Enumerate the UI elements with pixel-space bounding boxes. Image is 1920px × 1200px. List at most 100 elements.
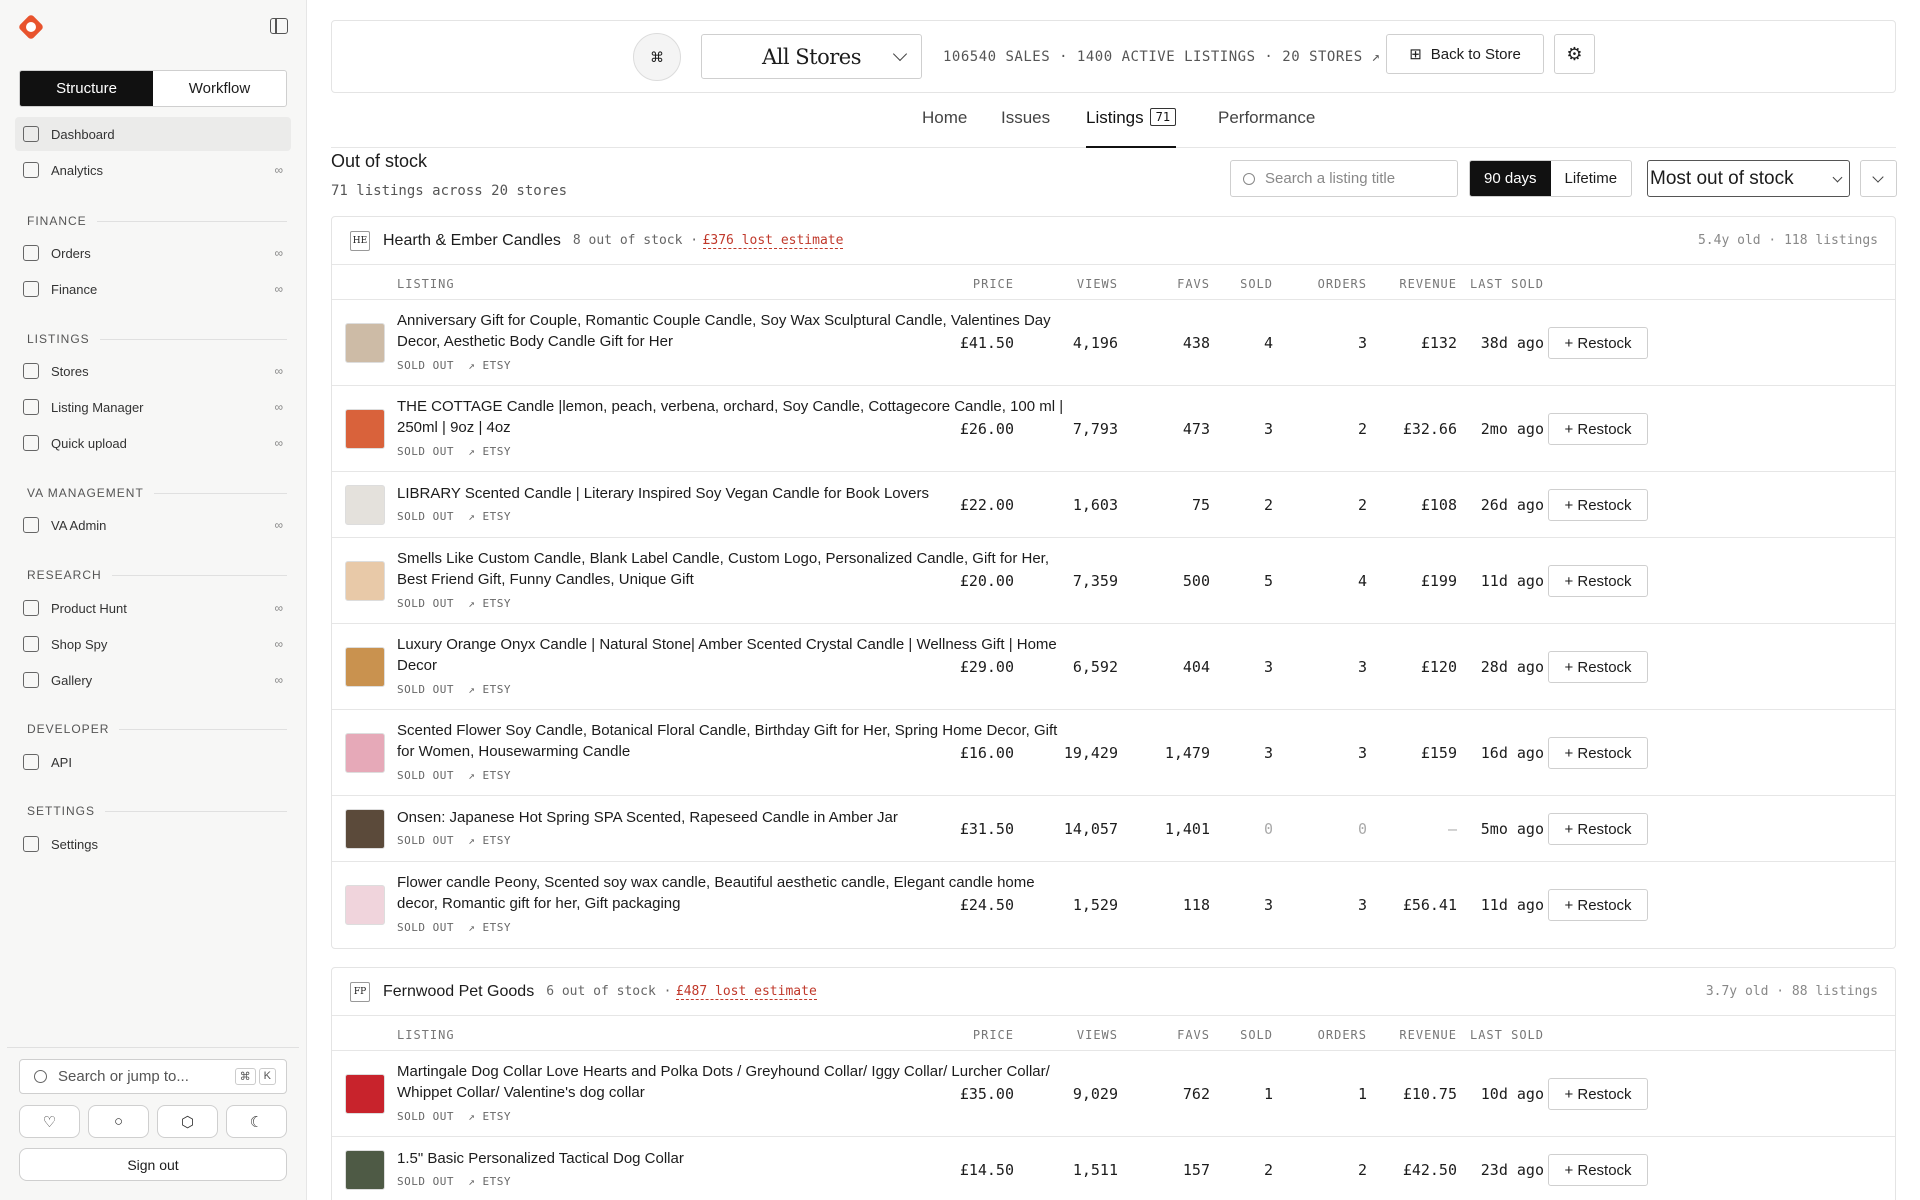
table-row[interactable]: Onsen: Japanese Hot Spring SPA Scented, … bbox=[332, 796, 1895, 862]
column-header-revenue[interactable]: REVENUE bbox=[1399, 1028, 1457, 1042]
heart-icon[interactable]: ♡ bbox=[19, 1105, 80, 1138]
column-header-sold[interactable]: SOLD bbox=[1240, 1028, 1273, 1042]
segment-workflow[interactable]: Workflow bbox=[153, 71, 286, 106]
more-options-button[interactable] bbox=[1860, 160, 1897, 197]
restock-button[interactable]: + Restock bbox=[1548, 889, 1648, 921]
restock-button[interactable]: + Restock bbox=[1548, 1154, 1648, 1186]
chevron-down-icon bbox=[1832, 172, 1843, 183]
etsy-link[interactable]: ↗ ETSY bbox=[468, 1175, 511, 1188]
sidebar-item-finance[interactable]: Finance ∞ bbox=[15, 272, 291, 306]
sidebar-item-settings[interactable]: Settings bbox=[15, 827, 291, 861]
restock-button[interactable]: + Restock bbox=[1548, 565, 1648, 597]
restock-button[interactable]: + Restock bbox=[1548, 651, 1648, 683]
store-stats[interactable]: 106540 SALES · 1400 ACTIVE LISTINGS · 20… bbox=[943, 49, 1381, 65]
column-header-favs[interactable]: FAVS bbox=[1177, 1028, 1210, 1042]
box-icon[interactable]: ⬡ bbox=[157, 1105, 218, 1138]
sidebar-toggle-icon[interactable] bbox=[270, 18, 288, 34]
sidebar-item-label: Analytics bbox=[51, 162, 104, 178]
sidebar-item-orders[interactable]: Orders ∞ bbox=[15, 236, 291, 270]
column-header-favs[interactable]: FAVS bbox=[1177, 277, 1210, 291]
column-header-price[interactable]: PRICE bbox=[973, 277, 1014, 291]
table-row[interactable]: LIBRARY Scented Candle | Literary Inspir… bbox=[332, 472, 1895, 538]
sidebar-item-dashboard[interactable]: Dashboard bbox=[15, 117, 291, 151]
sidebar-item-analytics[interactable]: Analytics ∞ bbox=[15, 153, 291, 187]
listing-thumbnail bbox=[345, 733, 385, 773]
column-header-last-sold[interactable]: LAST SOLD bbox=[1470, 277, 1544, 291]
tab-listings-label: Listings bbox=[1086, 108, 1144, 127]
etsy-link[interactable]: ↗ ETSY bbox=[468, 510, 511, 523]
cell-revenue: £199 bbox=[1420, 572, 1457, 590]
etsy-link[interactable]: ↗ ETSY bbox=[468, 1110, 511, 1123]
restock-button[interactable]: + Restock bbox=[1548, 1078, 1648, 1110]
cell-favs: 1,401 bbox=[1164, 820, 1210, 838]
table-row[interactable]: Martingale Dog Collar Love Hearts and Po… bbox=[332, 1051, 1895, 1137]
section-finance: FINANCE bbox=[27, 214, 287, 228]
segment-structure[interactable]: Structure bbox=[20, 71, 153, 106]
column-header-orders[interactable]: ORDERS bbox=[1318, 277, 1367, 291]
gear-icon[interactable]: ⚙ bbox=[1554, 34, 1595, 74]
cell-last: 2mo ago bbox=[1480, 420, 1544, 438]
restock-button[interactable]: + Restock bbox=[1548, 737, 1648, 769]
column-header-listing[interactable]: LISTING bbox=[397, 1028, 455, 1042]
back-to-store-button[interactable]: ⊞ Back to Store bbox=[1386, 34, 1544, 74]
column-header-sold[interactable]: SOLD bbox=[1240, 277, 1273, 291]
listing-search-input[interactable]: Search a listing title bbox=[1230, 160, 1458, 197]
column-header-listing[interactable]: LISTING bbox=[397, 277, 455, 291]
etsy-link[interactable]: ↗ ETSY bbox=[468, 683, 511, 696]
table-row[interactable]: Anniversary Gift for Couple, Romantic Co… bbox=[332, 300, 1895, 386]
column-header-orders[interactable]: ORDERS bbox=[1318, 1028, 1367, 1042]
jump-search-input[interactable]: Search or jump to... ⌘ K bbox=[19, 1059, 287, 1094]
sidebar-item-shop-spy[interactable]: Shop Spy ∞ bbox=[15, 627, 291, 661]
section-title: VA MANAGEMENT bbox=[27, 486, 144, 500]
column-header-views[interactable]: VIEWS bbox=[1077, 1028, 1118, 1042]
sidebar-item-product-hunt[interactable]: Product Hunt ∞ bbox=[15, 591, 291, 625]
grid-icon: ⊞ bbox=[1409, 46, 1422, 63]
column-header-last-sold[interactable]: LAST SOLD bbox=[1470, 1028, 1544, 1042]
infinity-icon: ∞ bbox=[274, 282, 283, 296]
sign-out-button[interactable]: Sign out bbox=[19, 1148, 287, 1181]
restock-button[interactable]: + Restock bbox=[1548, 813, 1648, 845]
etsy-link[interactable]: ↗ ETSY bbox=[468, 597, 511, 610]
sidebar-item-va-admin[interactable]: VA Admin ∞ bbox=[15, 508, 291, 542]
tab-listings[interactable]: Listings 71 bbox=[1086, 108, 1177, 148]
search-icon[interactable]: ○ bbox=[88, 1105, 149, 1138]
sort-select[interactable]: Most out of stock bbox=[1647, 160, 1850, 197]
sidebar-item-quick-upload[interactable]: Quick upload ∞ bbox=[15, 426, 291, 460]
column-header-views[interactable]: VIEWS bbox=[1077, 277, 1118, 291]
etsy-link[interactable]: ↗ ETSY bbox=[468, 834, 511, 847]
table-row[interactable]: THE COTTAGE Candle |lemon, peach, verben… bbox=[332, 386, 1895, 472]
store-group-header[interactable]: FP Fernwood Pet Goods 6 out of stock · £48… bbox=[332, 968, 1895, 1016]
etsy-link[interactable]: ↗ ETSY bbox=[468, 359, 511, 372]
table-row[interactable]: Luxury Orange Onyx Candle | Natural Ston… bbox=[332, 624, 1895, 710]
tab-performance[interactable]: Performance bbox=[1218, 108, 1315, 148]
tab-issues[interactable]: Issues bbox=[1001, 108, 1050, 148]
sidebar-item-stores[interactable]: Stores ∞ bbox=[15, 354, 291, 388]
infinity-icon: ∞ bbox=[274, 436, 283, 450]
table-row[interactable]: Flower candle Peony, Scented soy wax can… bbox=[332, 862, 1895, 948]
etsy-link[interactable]: ↗ ETSY bbox=[468, 921, 511, 934]
moon-icon[interactable]: ☾ bbox=[226, 1105, 287, 1138]
cell-last: 10d ago bbox=[1480, 1085, 1544, 1103]
grid-icon[interactable]: ⌘ bbox=[633, 33, 681, 81]
sidebar-item-gallery[interactable]: Gallery ∞ bbox=[15, 663, 291, 697]
nav-icon bbox=[23, 600, 39, 616]
sidebar-item-api[interactable]: API bbox=[15, 745, 291, 779]
table-row[interactable]: Scented Flower Soy Candle, Botanical Flo… bbox=[332, 710, 1895, 796]
sidebar-item-listing-manager[interactable]: Listing Manager ∞ bbox=[15, 390, 291, 424]
tab-home[interactable]: Home bbox=[922, 108, 967, 148]
restock-button[interactable]: + Restock bbox=[1548, 413, 1648, 445]
restock-button[interactable]: + Restock bbox=[1548, 489, 1648, 521]
range-90-days[interactable]: 90 days bbox=[1470, 161, 1551, 196]
restock-button[interactable]: + Restock bbox=[1548, 327, 1648, 359]
store-group-header[interactable]: HE Hearth & Ember Candles 8 out of stock ·… bbox=[332, 217, 1895, 265]
table-row[interactable]: 1.5" Basic Personalized Tactical Dog Col… bbox=[332, 1137, 1895, 1200]
column-header-price[interactable]: PRICE bbox=[973, 1028, 1014, 1042]
cell-price: £41.50 bbox=[959, 334, 1014, 352]
table-row[interactable]: Smells Like Custom Candle, Blank Label C… bbox=[332, 538, 1895, 624]
store-select[interactable]: All Stores bbox=[701, 34, 922, 79]
range-lifetime[interactable]: Lifetime bbox=[1551, 161, 1632, 196]
etsy-link[interactable]: ↗ ETSY bbox=[468, 769, 511, 782]
cell-sold: 3 bbox=[1263, 896, 1273, 914]
etsy-link[interactable]: ↗ ETSY bbox=[468, 445, 511, 458]
column-header-revenue[interactable]: REVENUE bbox=[1399, 277, 1457, 291]
